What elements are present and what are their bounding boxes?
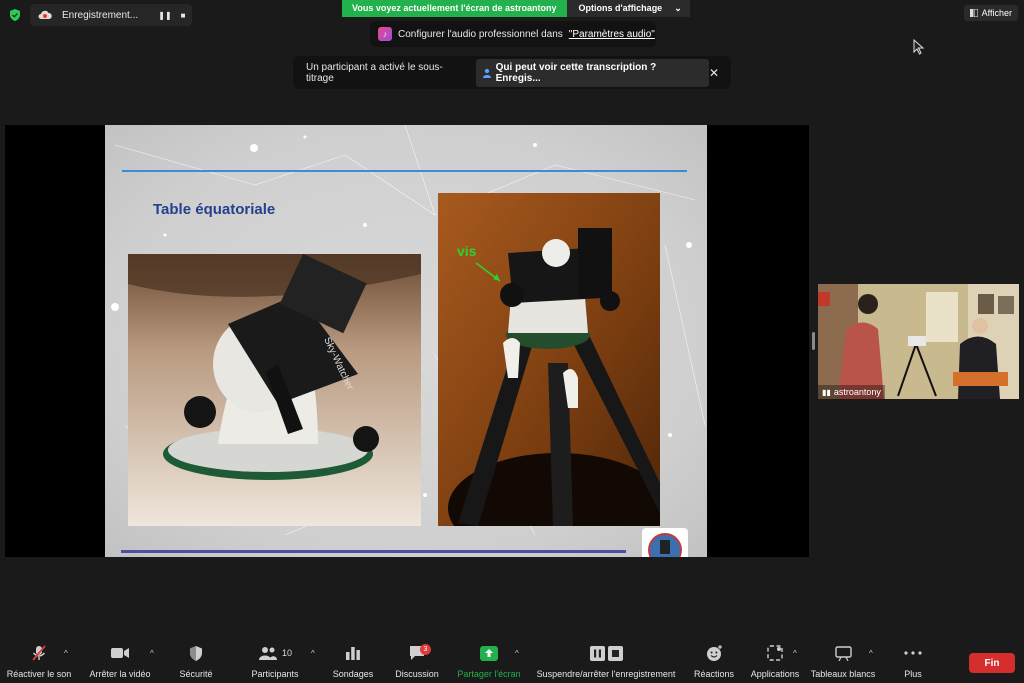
- signal-strength-icon: ▮▮: [822, 387, 831, 397]
- equatorial-table-photo: Sky-Watcher: [128, 254, 421, 526]
- reactions-button[interactable]: Réactions: [692, 640, 736, 683]
- presentation-slide: Table équatoriale Sky-Watcher vis: [105, 125, 707, 557]
- cloud-record-icon: [38, 10, 52, 19]
- share-screen-button[interactable]: Partager l'écran: [456, 640, 522, 683]
- participants-count: 10: [281, 648, 292, 658]
- apps-label: Applications: [750, 669, 800, 679]
- stop-video-label: Arrêter la vidéo: [89, 669, 151, 679]
- participants-button[interactable]: 10 Participants: [246, 640, 304, 683]
- pro-audio-banner: ♪ Configurer l'audio professionnel dans …: [370, 21, 656, 47]
- video-camera-icon: [111, 648, 129, 658]
- participant-video-frame: [818, 284, 1019, 399]
- participant-name: astroantony: [833, 387, 881, 397]
- whiteboards-label: Tableaux blancs: [810, 669, 876, 679]
- view-options-button[interactable]: Options d'affichage ⌄: [566, 0, 690, 17]
- pause-icon: [589, 645, 605, 661]
- stop-video-button[interactable]: Arrêter la vidéo: [86, 640, 154, 683]
- chat-unread-badge: 3: [420, 644, 431, 655]
- more-label: Plus: [904, 669, 922, 679]
- reactions-label: Réactions: [693, 669, 735, 679]
- music-note-icon: ♪: [378, 27, 392, 41]
- stop-recording-icon[interactable]: ■: [174, 6, 192, 24]
- share-screen-icon: [480, 645, 498, 661]
- participants-options-caret-icon[interactable]: ^: [311, 649, 315, 658]
- polls-button[interactable]: Sondages: [330, 640, 376, 683]
- apps-button[interactable]: Applications: [748, 640, 802, 683]
- pause-recording-icon[interactable]: ❚❚: [156, 6, 174, 24]
- recording-indicator: Enregistrement... ❚❚ ■: [30, 4, 192, 26]
- unmute-button[interactable]: Réactiver le son: [6, 640, 72, 683]
- slide-bottom-rule: [121, 550, 626, 553]
- whiteboard-icon: [834, 645, 852, 661]
- sharing-banner: Vous voyez actuellement l'écran de astro…: [342, 0, 690, 17]
- share-screen-label: Partager l'écran: [457, 669, 521, 679]
- pause-stop-recording-label: Suspendre/arrêter l'enregistrement: [536, 669, 676, 679]
- apps-options-caret-icon[interactable]: ^: [793, 649, 797, 658]
- end-meeting-button[interactable]: Fin: [969, 653, 1015, 673]
- bar-chart-icon: [346, 647, 360, 660]
- unmute-label: Réactiver le son: [6, 669, 72, 679]
- show-button[interactable]: Afficher: [963, 5, 1018, 21]
- security-label: Sécurité: [179, 669, 213, 679]
- captions-banner-text: Un participant a activé le sous-titrage: [306, 61, 443, 84]
- chevron-down-icon: ⌄: [674, 3, 682, 13]
- panel-icon: [969, 9, 978, 17]
- more-button[interactable]: Plus: [896, 640, 930, 683]
- audio-options-caret-icon[interactable]: ^: [64, 649, 68, 658]
- chat-label: Discussion: [395, 669, 439, 679]
- stop-icon: [607, 645, 623, 661]
- show-label: Afficher: [981, 8, 1012, 18]
- smiley-plus-icon: [706, 644, 722, 661]
- slide-title: Table équatoriale: [153, 201, 276, 218]
- participants-icon: [258, 647, 277, 660]
- who-can-see-button[interactable]: Qui peut voir cette transcription ? Enre…: [475, 58, 709, 87]
- person-icon: [482, 68, 491, 78]
- shield-icon: [190, 645, 202, 661]
- share-options-caret-icon[interactable]: ^: [515, 649, 519, 658]
- who-can-see-label: Qui peut voir cette transcription ? Enre…: [495, 61, 657, 84]
- security-button[interactable]: Sécurité: [174, 640, 218, 683]
- captions-banner: Un participant a activé le sous-titrage …: [293, 56, 731, 89]
- security-shield-icon[interactable]: [8, 8, 22, 22]
- participant-video-tile[interactable]: ▮▮ astroantony: [818, 284, 1019, 399]
- participant-name-tag: ▮▮ astroantony: [818, 385, 885, 399]
- polls-label: Sondages: [332, 669, 374, 679]
- panel-resize-handle[interactable]: [812, 332, 815, 350]
- whiteboards-button[interactable]: Tableaux blancs: [810, 640, 876, 683]
- participants-label: Participants: [251, 669, 299, 679]
- meeting-toolbar: Réactiver le son ^ Arrêter la vidéo ^ Sé…: [0, 640, 1024, 683]
- recording-label: Enregistrement...: [62, 9, 139, 21]
- audio-settings-link[interactable]: "Paramètres audio": [569, 29, 655, 40]
- mouse-cursor-icon: [913, 39, 925, 55]
- close-icon[interactable]: ✕: [709, 66, 719, 80]
- muted-microphone-icon: [32, 645, 46, 661]
- chat-button[interactable]: Discussion 3: [394, 640, 440, 683]
- pause-stop-recording-button[interactable]: Suspendre/arrêter l'enregistrement: [532, 640, 680, 683]
- view-options-label: Options d'affichage: [578, 3, 663, 13]
- screw-annotation-label: vis: [457, 243, 477, 259]
- apps-icon: [767, 645, 783, 661]
- sharing-status: Vous voyez actuellement l'écran de astro…: [342, 0, 567, 17]
- video-options-caret-icon[interactable]: ^: [150, 649, 154, 658]
- more-dots-icon: [904, 651, 922, 655]
- astronomy-club-logo: [642, 528, 688, 557]
- slide-top-rule: [122, 170, 687, 172]
- whiteboards-options-caret-icon[interactable]: ^: [869, 649, 873, 658]
- audio-banner-text: Configurer l'audio professionnel dans: [398, 28, 563, 40]
